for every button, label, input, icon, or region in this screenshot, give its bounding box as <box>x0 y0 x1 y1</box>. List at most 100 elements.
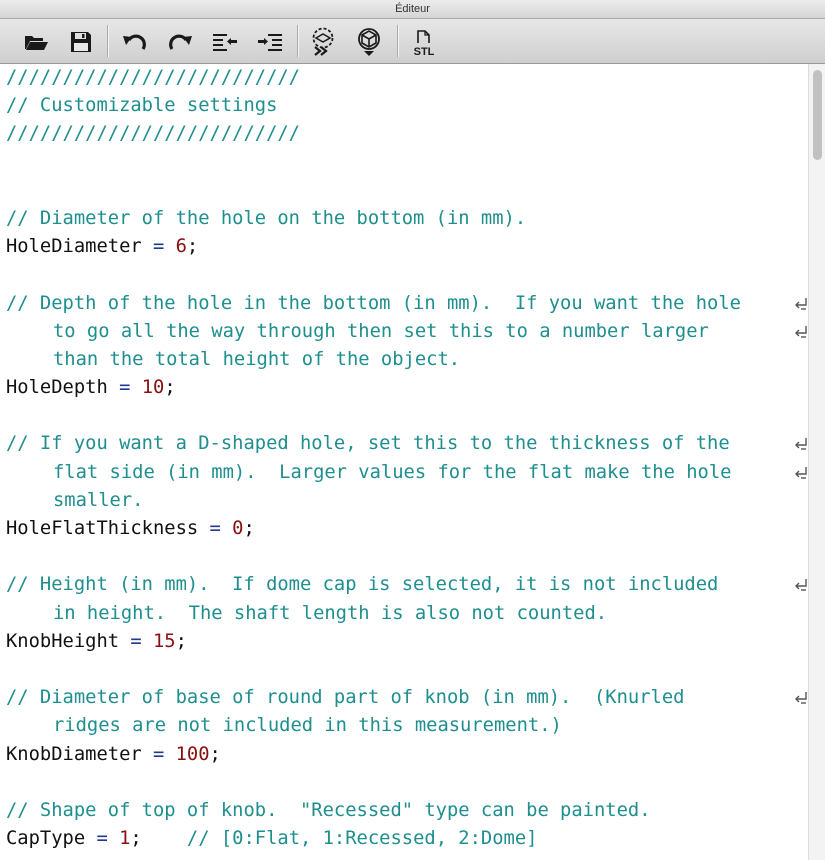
assign-operator: = <box>141 743 176 765</box>
stl-export-icon: STL <box>414 30 435 57</box>
code-line: than the total height of the object. <box>6 346 808 374</box>
preview-button[interactable] <box>308 27 338 57</box>
semicolon: ; <box>209 743 221 765</box>
code-comment: // Diameter of the hole on the bottom (i… <box>6 207 527 229</box>
code-line: HoleFlatThickness = 0; <box>6 515 808 543</box>
variable-value: 0 <box>232 518 244 539</box>
semicolon: ; <box>243 518 255 539</box>
variable-name: KnobDiameter <box>6 743 142 765</box>
line-wrap-icon <box>795 692 807 704</box>
code-line: // Diameter of the hole on the bottom (i… <box>6 205 808 233</box>
semicolon: ; <box>164 377 176 399</box>
variable-name: HoleFlatThickness <box>6 518 199 539</box>
code-content[interactable]: ////////////////////////// // Customizabl… <box>0 64 808 853</box>
code-line: // Shape of top of knob. "Recessed" type… <box>6 797 808 825</box>
code-line: // Height (in mm). If dome cap is select… <box>6 571 808 599</box>
semicolon: ; <box>130 828 142 850</box>
variable-name: KnobHeight <box>6 630 120 652</box>
folder-open-icon <box>25 36 48 50</box>
code-comment: // Diameter of base of round part of kno… <box>6 687 685 709</box>
code-comment: // Height (in mm). If dome cap is select… <box>6 574 719 596</box>
code-line: // Diameter of base of round part of kno… <box>6 684 808 712</box>
code-line: ////////////////////////// <box>6 64 808 92</box>
toolbar-separator <box>397 25 398 57</box>
code-comment: // Shape of top of knob. "Recessed" type… <box>6 799 651 821</box>
window-title: Éditeur <box>0 0 825 19</box>
line-wrap-icon <box>795 466 807 479</box>
save-file-button[interactable] <box>66 27 96 57</box>
semicolon: ; <box>186 236 199 258</box>
render-button[interactable] <box>354 27 384 57</box>
code-line: // Depth of the hole in the bottom (in m… <box>6 290 808 318</box>
code-line: HoleDiameter = 6; <box>6 233 808 261</box>
code-editor[interactable]: ////////////////////////// // Customizabl… <box>0 64 808 860</box>
assign-operator: = <box>107 377 142 399</box>
code-line: KnobHeight = 15; <box>6 628 808 656</box>
editor-window: Éditeur STL ////////////////////////// /… <box>0 0 825 860</box>
code-comment: than the total height of the object. <box>53 348 461 370</box>
line-wrap-icon <box>795 438 807 451</box>
toolbar-separator <box>107 25 108 57</box>
variable-value: 1 <box>119 828 131 850</box>
toolbar: STL <box>0 19 825 64</box>
code-comment: ridges are not included in this measurem… <box>53 715 562 737</box>
variable-name: HoleDepth <box>6 377 108 399</box>
variable-value: 6 <box>175 236 187 258</box>
undo-icon <box>123 34 146 50</box>
floppy-disk-icon <box>71 32 91 52</box>
scrollbar-thumb[interactable] <box>813 70 822 160</box>
redo-icon <box>169 34 192 50</box>
assign-operator: = <box>119 630 153 652</box>
toolbar-separator <box>297 25 298 57</box>
code-comment: // Depth of the hole in the bottom (in m… <box>6 292 741 314</box>
code-comment: flat side (in mm). Larger values for the… <box>53 461 732 483</box>
code-line: // If you want a D-shaped hole, set this… <box>6 430 808 458</box>
code-comment: to go all the way through then set this … <box>53 320 709 342</box>
line-wrap-icon <box>795 579 807 592</box>
open-file-button[interactable] <box>21 27 51 57</box>
variable-name: HoleDiameter <box>6 236 142 258</box>
code-comment: // Customizable settings <box>6 95 278 117</box>
code-comment: ////////////////////////// <box>6 123 300 145</box>
code-comment: in height. The shaft length is also not … <box>53 602 608 624</box>
semicolon: ; <box>175 630 187 652</box>
assign-operator: = <box>85 828 120 850</box>
variable-value: 15 <box>153 630 176 652</box>
code-line: in height. The shaft length is also not … <box>6 600 808 628</box>
line-wrap-icon <box>795 297 807 310</box>
preview-render-icon <box>312 27 334 56</box>
variable-value: 100 <box>175 743 210 765</box>
code-line: smaller. <box>6 487 808 515</box>
redo-button[interactable] <box>165 27 195 57</box>
assign-operator: = <box>141 236 176 258</box>
render-cube-icon <box>358 28 380 56</box>
variable-name: CapType <box>6 828 86 850</box>
indent-button[interactable] <box>255 27 285 57</box>
code-line: ridges are not included in this measurem… <box>6 712 808 740</box>
code-line: // Customizable settings <box>6 92 808 120</box>
code-comment: // If you want a D-shaped hole, set this… <box>6 433 730 455</box>
assign-operator: = <box>198 518 233 539</box>
stl-label: STL <box>414 46 435 57</box>
code-line: to go all the way through then set this … <box>6 318 808 346</box>
export-stl-button[interactable]: STL <box>409 27 439 57</box>
code-line: CapType = 1; // [0:Flat, 1:Recessed, 2:D… <box>6 825 808 853</box>
line-wrap-icon <box>795 325 807 338</box>
code-line: ////////////////////////// <box>6 120 808 148</box>
code-line: KnobDiameter = 100; <box>6 741 808 769</box>
unindent-button[interactable] <box>210 27 240 57</box>
unindent-icon <box>213 34 237 51</box>
vertical-scrollbar[interactable] <box>808 64 825 860</box>
code-line: flat side (in mm). Larger values for the… <box>6 459 808 487</box>
undo-button[interactable] <box>120 27 150 57</box>
variable-value: 10 <box>141 377 165 399</box>
code-comment: smaller. <box>53 489 144 511</box>
code-comment: // [0:Flat, 1:Recessed, 2:Dome] <box>141 828 538 850</box>
